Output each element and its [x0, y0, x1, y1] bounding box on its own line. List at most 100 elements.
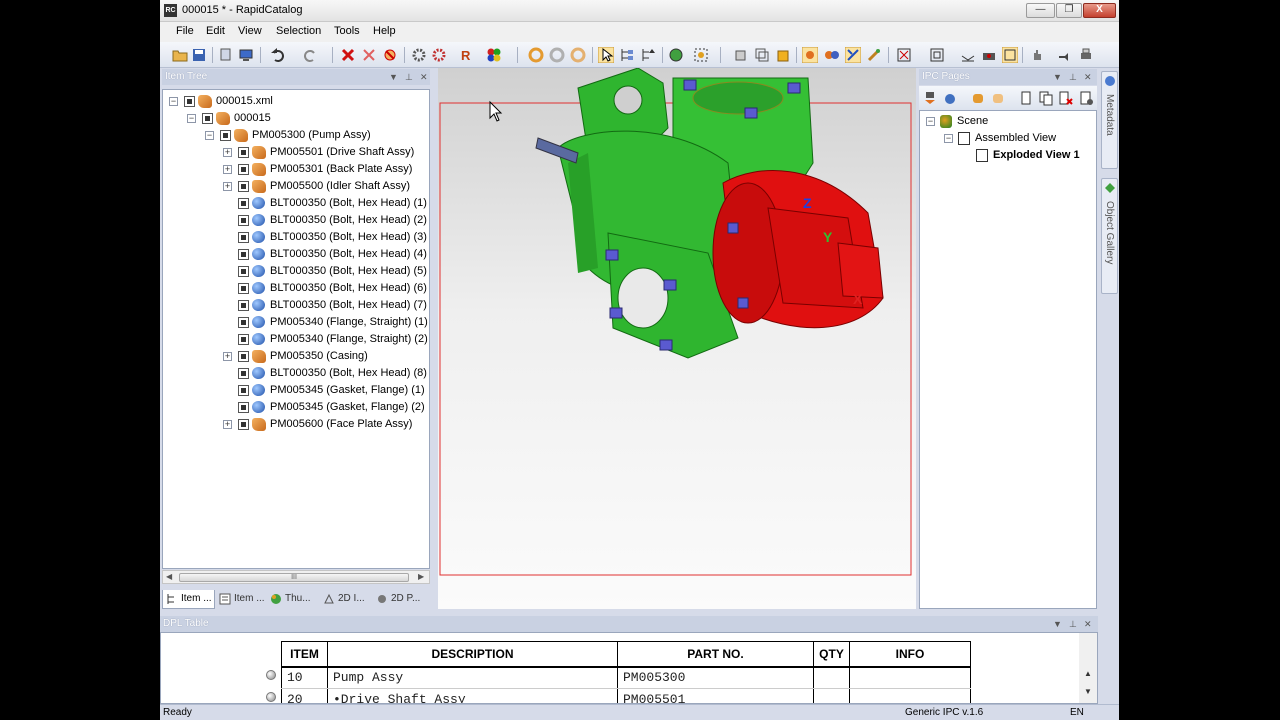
tree-item-label[interactable]: BLT000350 (Bolt, Hex Head) (3): [270, 229, 427, 246]
visibility-checkbox[interactable]: [238, 147, 249, 158]
menu-edit[interactable]: Edit: [206, 25, 225, 37]
menu-view[interactable]: View: [238, 25, 262, 37]
tree-row[interactable]: BLT000350 (Bolt, Hex Head) (1): [163, 195, 429, 212]
tree-item-label[interactable]: BLT000350 (Bolt, Hex Head) (5): [270, 263, 427, 280]
panel-close-icon[interactable]: ✕: [1084, 616, 1092, 632]
axis-transform-icon[interactable]: [845, 47, 861, 63]
open-folder-icon[interactable]: [172, 47, 188, 63]
tree-row[interactable]: + PM005350 (Casing): [163, 348, 429, 365]
duplicate-page-icon[interactable]: [1038, 90, 1054, 106]
cell-item[interactable]: 20: [281, 688, 328, 703]
collapse-icon[interactable]: −: [944, 134, 953, 143]
tree-item-label[interactable]: 000015.xml: [216, 93, 273, 110]
column-header-part-no[interactable]: PART NO.: [617, 641, 814, 668]
fit-view-icon[interactable]: [896, 47, 912, 63]
explode-icon[interactable]: [802, 47, 818, 63]
visibility-checkbox[interactable]: [220, 130, 231, 141]
expand-icon[interactable]: +: [223, 420, 232, 429]
cell-item[interactable]: 10: [281, 666, 328, 689]
ring-light-icon[interactable]: [570, 47, 586, 63]
tree-row[interactable]: PM005340 (Flange, Straight) (1): [163, 314, 429, 331]
tree-item-label[interactable]: PM005301 (Back Plate Assy): [270, 161, 412, 178]
remove-marker-icon[interactable]: [382, 47, 398, 63]
panel-close-icon[interactable]: ✕: [1084, 69, 1092, 85]
delete-all-icon[interactable]: [361, 47, 377, 63]
tree-item-label[interactable]: PM005501 (Drive Shaft Assy): [270, 144, 414, 161]
tree-item-label[interactable]: BLT000350 (Bolt, Hex Head) (8): [270, 365, 427, 382]
minimize-button[interactable]: —: [1026, 3, 1055, 18]
panel-close-icon[interactable]: ✕: [420, 69, 428, 85]
menu-help[interactable]: Help: [373, 25, 396, 37]
expand-icon[interactable]: +: [223, 165, 232, 174]
camera-icon[interactable]: [981, 47, 997, 63]
zoom-box-icon[interactable]: [929, 47, 945, 63]
tree-row[interactable]: BLT000350 (Bolt, Hex Head) (2): [163, 212, 429, 229]
maximize-button[interactable]: ❐: [1056, 3, 1082, 18]
visibility-checkbox[interactable]: [238, 419, 249, 430]
cell-description[interactable]: •Drive Shaft Assy: [327, 688, 618, 703]
visibility-checkbox[interactable]: [238, 215, 249, 226]
visibility-checkbox[interactable]: [238, 317, 249, 328]
tree-item-label[interactable]: PM005345 (Gasket, Flange) (1): [270, 382, 425, 399]
menu-file[interactable]: File: [176, 25, 194, 37]
delete-page-icon[interactable]: [1058, 90, 1074, 106]
tree-item-label[interactable]: BLT000350 (Bolt, Hex Head) (2): [270, 212, 427, 229]
visibility-checkbox[interactable]: [202, 113, 213, 124]
close-button[interactable]: X: [1083, 3, 1116, 18]
tab-2d-illustrations[interactable]: 2D I...: [320, 590, 372, 609]
render-r-icon[interactable]: R: [458, 47, 474, 63]
undo-icon[interactable]: [270, 47, 286, 63]
tree-item-label[interactable]: BLT000350 (Bolt, Hex Head) (4): [270, 246, 427, 263]
panel-dropdown-icon[interactable]: ▼: [1053, 69, 1062, 85]
tree-item-label[interactable]: PM005600 (Face Plate Assy): [270, 416, 412, 433]
tab-item-tree[interactable]: Item ...: [162, 590, 215, 609]
add-view-icon[interactable]: [942, 90, 958, 106]
brush-icon[interactable]: [866, 47, 882, 63]
scatter-select-icon[interactable]: [693, 47, 709, 63]
visibility-checkbox[interactable]: [238, 334, 249, 345]
ipc-tree-label[interactable]: Exploded View 1: [993, 147, 1080, 164]
tab-object-gallery[interactable]: Object Gallery: [1101, 178, 1118, 294]
tree-row[interactable]: − PM005300 (Pump Assy): [163, 127, 429, 144]
visibility-checkbox[interactable]: [238, 181, 249, 192]
column-header-info[interactable]: INFO: [849, 641, 971, 668]
box-solid-icon[interactable]: [775, 47, 791, 63]
3d-viewport[interactable]: Z Y X: [438, 68, 916, 609]
save-icon[interactable]: [191, 47, 207, 63]
panel-dropdown-icon[interactable]: ▼: [389, 69, 398, 85]
visibility-checkbox[interactable]: [238, 249, 249, 260]
visibility-checkbox[interactable]: [238, 164, 249, 175]
ring-grey-icon[interactable]: [549, 47, 565, 63]
tree-row[interactable]: BLT000350 (Bolt, Hex Head) (4): [163, 246, 429, 263]
tree-item-label[interactable]: BLT000350 (Bolt, Hex Head) (6): [270, 280, 427, 297]
tab-thumbnails[interactable]: Thu...: [267, 590, 319, 609]
tree-item-label[interactable]: PM005500 (Idler Shaft Assy): [270, 178, 410, 195]
new-page-icon[interactable]: [1018, 90, 1034, 106]
tree-row[interactable]: − 000015: [163, 110, 429, 127]
collapse-icon[interactable]: −: [926, 117, 935, 126]
tree-row[interactable]: + PM005301 (Back Plate Assy): [163, 161, 429, 178]
cell-info[interactable]: [849, 666, 971, 689]
import-view-icon[interactable]: [922, 90, 938, 106]
ring-orange-icon[interactable]: [528, 47, 544, 63]
table-row[interactable]: 20 •Drive Shaft Assy PM005501: [281, 688, 971, 703]
hand-pointer-icon[interactable]: [1029, 47, 1045, 63]
tab-metadata[interactable]: Metadata: [1101, 71, 1118, 169]
row-marker-icon[interactable]: [266, 670, 276, 680]
gear-icon[interactable]: [411, 47, 427, 63]
tree-row[interactable]: − 000015.xml: [163, 93, 429, 110]
dpl-scrollbar[interactable]: ▲ ▼: [1079, 633, 1097, 703]
tree-row[interactable]: BLT000350 (Bolt, Hex Head) (7): [163, 297, 429, 314]
scroll-up-arrow-icon[interactable]: ▲: [1084, 669, 1092, 678]
item-tree-scrollbar[interactable]: ◀ III ▶: [162, 570, 430, 584]
light-icon[interactable]: [1057, 47, 1073, 63]
panel-pin-icon[interactable]: ⊥: [405, 69, 413, 85]
scroll-left-arrow-icon[interactable]: ◀: [166, 572, 172, 581]
column-header-description[interactable]: DESCRIPTION: [327, 641, 618, 668]
expand-icon[interactable]: +: [223, 182, 232, 191]
collapse-icon[interactable]: −: [205, 131, 214, 140]
cell-description[interactable]: Pump Assy: [327, 666, 618, 689]
tree-item-label[interactable]: PM005345 (Gasket, Flange) (2): [270, 399, 425, 416]
tree-row[interactable]: PM005340 (Flange, Straight) (2): [163, 331, 429, 348]
collapse-icon[interactable]: −: [187, 114, 196, 123]
